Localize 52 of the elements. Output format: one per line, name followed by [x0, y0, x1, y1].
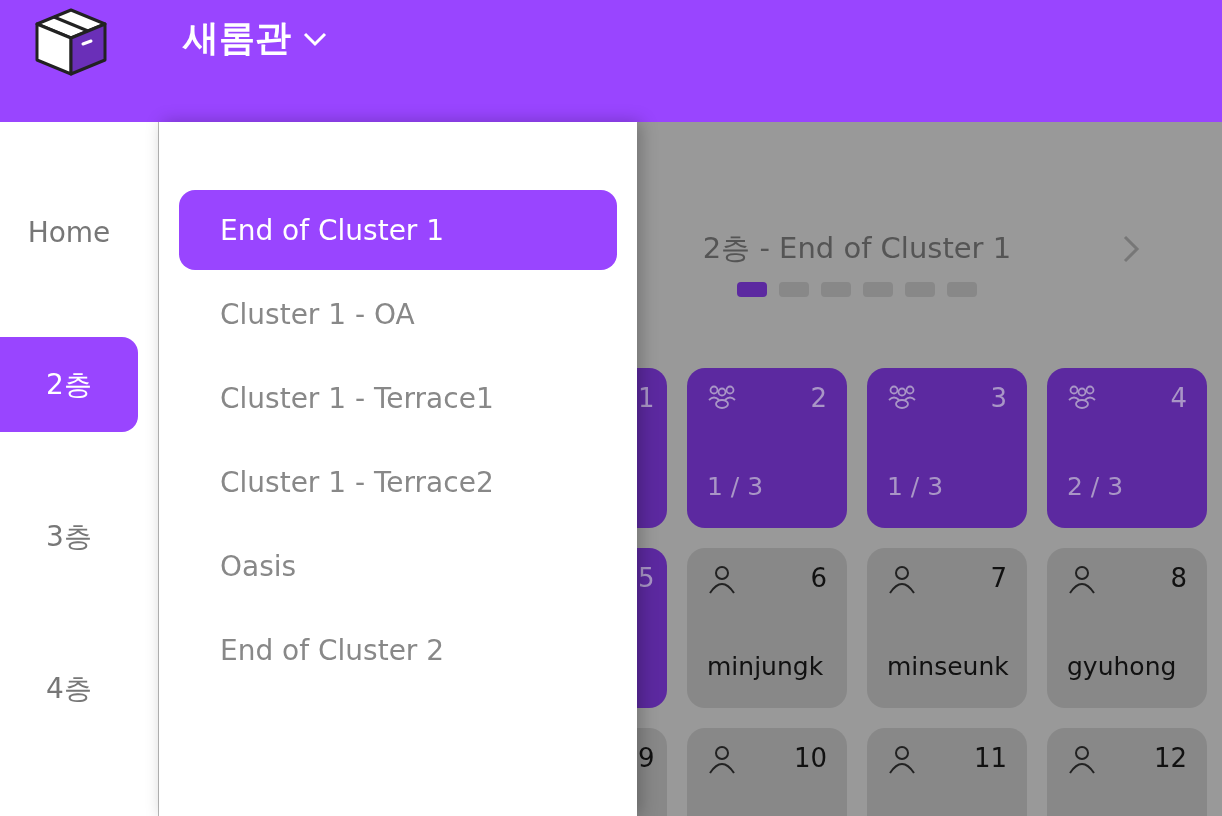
person-icon	[887, 743, 917, 774]
seat-card[interactable]: 4 2 / 3	[1047, 368, 1207, 528]
person-icon	[707, 563, 737, 594]
submenu-item[interactable]: End of Cluster 1	[179, 190, 617, 270]
seat-card[interactable]: 9	[637, 728, 667, 816]
seat-card[interactable]: 11	[867, 728, 1027, 816]
seat-number: 10	[793, 742, 827, 775]
user-name: minjungk	[707, 651, 825, 684]
seat-number: 8	[1170, 562, 1187, 595]
user-name: gyuhong	[1067, 651, 1178, 684]
seat-occupancy: 1 / 3	[707, 471, 765, 504]
nav-item[interactable]: 2층	[0, 337, 138, 432]
nav-item[interactable]: Home	[0, 185, 138, 280]
seat-card[interactable]: 2 1 / 3	[687, 368, 847, 528]
seat-card[interactable]: 8 gyuhong	[1047, 548, 1207, 708]
seat-number: 12	[1153, 742, 1187, 775]
seat-number: 3	[990, 382, 1007, 415]
seat-number: 2	[810, 382, 827, 415]
box-icon	[35, 8, 107, 76]
seat-occupancy: 1 / 3	[887, 471, 945, 504]
seat-number: 6	[810, 562, 827, 595]
chevron-right-icon[interactable]	[1121, 234, 1141, 264]
seat-number: 9	[637, 742, 655, 775]
user-name: minseunk	[887, 651, 1007, 684]
page-indicator[interactable]	[737, 282, 767, 297]
seat-number: 5	[637, 562, 655, 595]
seat-card[interactable]: 12	[1047, 728, 1207, 816]
seat-number: 7	[990, 562, 1007, 595]
seat-card[interactable]: 7 minseunk	[867, 548, 1027, 708]
person-icon	[887, 563, 917, 594]
page-title: 2층 - End of Cluster 1	[702, 230, 1012, 267]
building-selector[interactable]: 새롬관	[183, 14, 327, 63]
seat-occupancy: 2 / 3	[1067, 471, 1125, 504]
seat-number: 11	[973, 742, 1007, 775]
submenu-item[interactable]: Oasis	[179, 526, 617, 606]
submenu-item[interactable]: End of Cluster 2	[179, 610, 617, 690]
person-icon	[1067, 743, 1097, 774]
submenu-item[interactable]: Cluster 1 - Terrace1	[179, 358, 617, 438]
seat-number: 1	[637, 382, 655, 415]
seat-card[interactable]: 10	[687, 728, 847, 816]
seat-card[interactable]: 1	[637, 368, 667, 528]
chevron-down-icon	[303, 30, 327, 47]
seat-card[interactable]: 3 1 / 3	[867, 368, 1027, 528]
nav-item[interactable]: 4층	[0, 641, 138, 736]
seat-card[interactable]: 6 minjungk	[687, 548, 847, 708]
submenu-item[interactable]: Cluster 1 - OA	[179, 274, 617, 354]
submenu-item[interactable]: Cluster 1 - Terrace2	[179, 442, 617, 522]
nav-item[interactable]: 3층	[0, 489, 138, 584]
person-icon	[1067, 563, 1097, 594]
person-icon	[707, 743, 737, 774]
seat-card[interactable]: 5	[637, 548, 667, 708]
seat-number: 4	[1170, 382, 1187, 415]
